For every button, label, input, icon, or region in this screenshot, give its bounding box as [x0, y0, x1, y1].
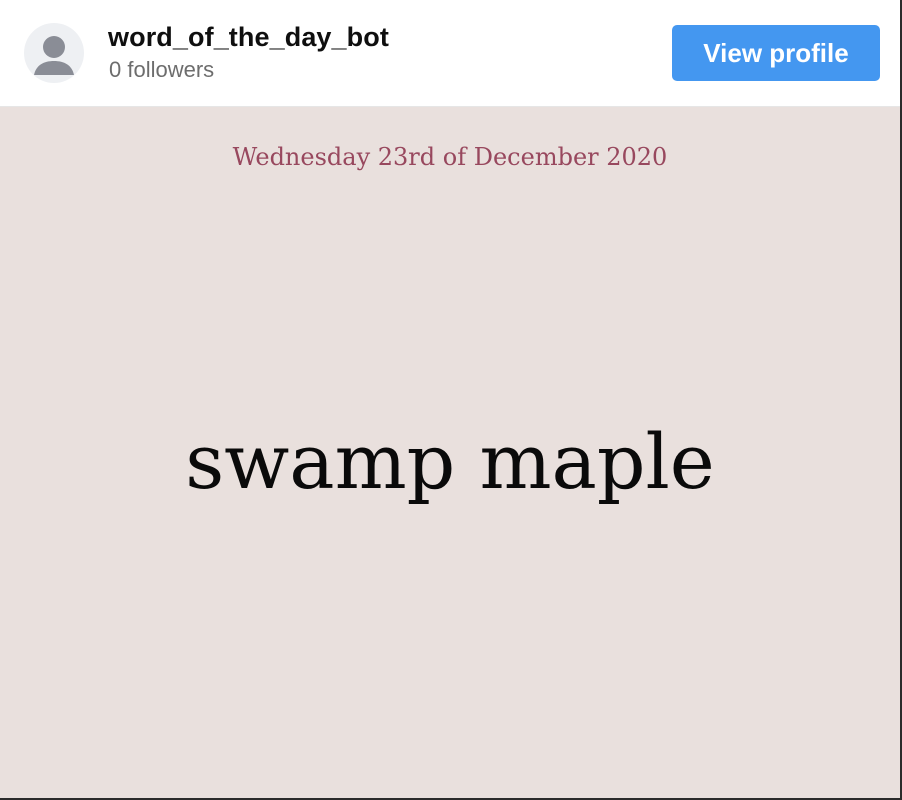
embed-frame: word_of_the_day_bot 0 followers View pro… [0, 0, 902, 800]
user-silhouette-icon [34, 36, 74, 75]
word-card: Wednesday 23rd of December 2020 swamp ma… [0, 107, 900, 798]
avatar[interactable] [24, 23, 84, 83]
view-profile-button[interactable]: View profile [672, 25, 880, 81]
word-of-the-day: swamp maple [185, 417, 715, 506]
post-date: Wednesday 23rd of December 2020 [232, 143, 668, 171]
profile-header: word_of_the_day_bot 0 followers View pro… [0, 0, 900, 107]
username[interactable]: word_of_the_day_bot [108, 22, 389, 53]
follower-count: 0 followers [109, 57, 215, 82]
